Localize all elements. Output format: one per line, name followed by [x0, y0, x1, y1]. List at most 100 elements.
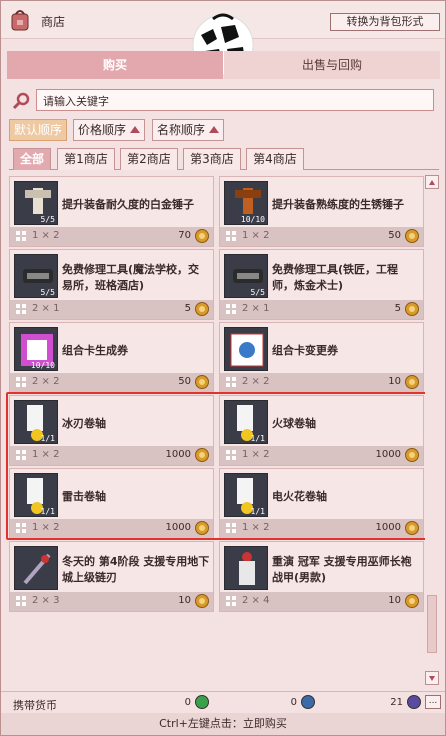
item-footer: 1 × 2 70 — [10, 227, 213, 246]
item-name: 免费修理工具(魔法学校，交易所，班格酒店) — [62, 263, 200, 292]
window-title: 商店 — [41, 15, 66, 29]
shop-item-card[interactable]: 10/10 提升装备熟练度的生锈锤子 1 × 2 50 — [219, 176, 424, 247]
sort-name-label: 名称顺序 — [157, 123, 206, 137]
grid-icon — [226, 596, 236, 606]
item-footer: 2 × 2 10 — [220, 373, 423, 392]
item-price: 5 — [394, 303, 401, 314]
item-size: 1 × 2 — [32, 230, 60, 241]
sort-price-label: 价格顺序 — [78, 123, 127, 137]
tab-buy[interactable]: 购买 — [7, 51, 223, 79]
item-price: 10 — [388, 595, 401, 606]
item-footer: 2 × 3 10 — [10, 592, 213, 611]
item-name: 组合卡生成券 — [62, 344, 128, 357]
item-quantity: 5/5 — [40, 288, 55, 297]
purple-coin-icon — [407, 695, 421, 709]
arrow-up-icon — [429, 180, 435, 185]
grid-icon — [226, 304, 236, 314]
main-tabs: 购买 出售与回购 — [7, 51, 440, 79]
currency-more-button[interactable]: ... — [425, 695, 441, 709]
item-footer: 2 × 1 5 — [10, 300, 213, 319]
coin-icon — [195, 375, 209, 389]
item-footer: 2 × 2 50 — [10, 373, 213, 392]
item-footer: 1 × 2 50 — [220, 227, 423, 246]
coin-icon — [195, 229, 209, 243]
shop-item-card[interactable]: 5/5 免费修理工具(铁匠，工程师，炼金术士) 2 × 1 5 — [219, 249, 424, 320]
tab-sell-buyback[interactable]: 出售与回购 — [224, 51, 440, 79]
coin-icon — [405, 375, 419, 389]
sort-price-button[interactable]: 价格顺序 — [73, 119, 146, 141]
item-name: 重演 冠军 支援专用巫师长袍战甲(男款) — [272, 555, 412, 584]
sort-arrow-icon — [209, 126, 220, 133]
highlight-box — [6, 392, 432, 540]
arrow-down-icon — [429, 676, 435, 681]
item-name: 提升装备熟练度的生锈锤子 — [272, 198, 404, 211]
item-size: 2 × 1 — [242, 303, 270, 314]
currency-value-2: 0 — [290, 697, 297, 708]
card-ticket-icon: 10/10 — [14, 327, 58, 371]
subtab-shop-4[interactable]: 第4商店 — [246, 148, 304, 170]
search-icon[interactable] — [13, 92, 31, 110]
chain-blade-icon — [14, 546, 58, 590]
robe-icon — [224, 546, 268, 590]
item-quantity: 5/5 — [250, 288, 265, 297]
rusty-hammer-icon: 10/10 — [224, 181, 268, 225]
item-price: 10 — [178, 595, 191, 606]
shop-item-card[interactable]: 重演 冠军 支援专用巫师长袍战甲(男款) 2 × 4 10 — [219, 541, 424, 612]
scroll-down-button[interactable] — [425, 671, 439, 685]
switch-to-bag-button[interactable]: 转换为背包形式 — [330, 13, 440, 31]
currency-bar: 携带货币 0 0 21 ... — [1, 691, 445, 715]
shop-item-card[interactable]: 5/5 提升装备耐久度的白金锤子 1 × 2 70 — [9, 176, 214, 247]
shop-item-card[interactable]: 组合卡变更券 2 × 2 10 — [219, 322, 424, 393]
sub-tabs: 全部 第1商店 第2商店 第3商店 第4商店 — [9, 148, 439, 170]
item-price: 5 — [184, 303, 191, 314]
currency-label: 携带货币 — [13, 699, 57, 712]
item-name: 提升装备耐久度的白金锤子 — [62, 198, 194, 211]
sort-default-label: 默认顺序 — [14, 123, 63, 137]
grid-icon — [16, 596, 26, 606]
shop-item-card[interactable]: 10/10 组合卡生成券 2 × 2 50 — [9, 322, 214, 393]
item-size: 2 × 3 — [32, 595, 60, 606]
subtab-shop-3[interactable]: 第3商店 — [183, 148, 241, 170]
coin-icon — [195, 302, 209, 316]
item-name: 冬天的 第4阶段 支援专用地下城上级链刃 — [62, 555, 210, 584]
shop-item-card[interactable]: 冬天的 第4阶段 支援专用地下城上级链刃 2 × 3 10 — [9, 541, 214, 612]
coin-icon — [405, 594, 419, 608]
item-quantity: 10/10 — [30, 361, 55, 370]
item-name: 组合卡变更券 — [272, 344, 338, 357]
grid-icon — [16, 377, 26, 387]
green-coin-icon — [195, 695, 209, 709]
shop-item-card[interactable]: 5/5 免费修理工具(魔法学校，交易所，班格酒店) 2 × 1 5 — [9, 249, 214, 320]
sort-default-button[interactable]: 默认顺序 — [9, 119, 68, 141]
grid-icon — [16, 304, 26, 314]
subtab-shop-2[interactable]: 第2商店 — [120, 148, 178, 170]
item-size: 1 × 2 — [242, 230, 270, 241]
item-size: 2 × 2 — [32, 376, 60, 387]
item-price: 50 — [388, 230, 401, 241]
scroll-up-button[interactable] — [425, 175, 439, 189]
item-name: 免费修理工具(铁匠，工程师，炼金术士) — [272, 263, 399, 292]
currency-value-3: 21 — [390, 697, 403, 708]
coin-icon — [405, 229, 419, 243]
search-input[interactable]: 请输入关键字 — [36, 89, 434, 111]
item-size: 2 × 2 — [242, 376, 270, 387]
item-price: 50 — [178, 376, 191, 387]
grid-icon — [226, 377, 236, 387]
repair-tool-icon: 5/5 — [14, 254, 58, 298]
platinum-hammer-icon: 5/5 — [14, 181, 58, 225]
sort-arrow-icon — [130, 126, 141, 133]
shop-window: 商店 转换为背包形式 购买 出售与回购 请输入关键字 默认顺序 价格顺序 名称顺… — [0, 0, 446, 736]
coin-icon — [195, 594, 209, 608]
item-size: 2 × 4 — [242, 595, 270, 606]
sort-name-button[interactable]: 名称顺序 — [152, 119, 225, 141]
item-size: 2 × 1 — [32, 303, 60, 314]
subtab-all[interactable]: 全部 — [13, 148, 51, 170]
item-price: 10 — [388, 376, 401, 387]
coin-icon — [405, 302, 419, 316]
item-footer: 2 × 4 10 — [220, 592, 423, 611]
scrollbar[interactable] — [425, 175, 439, 685]
subtab-shop-1[interactable]: 第1商店 — [57, 148, 115, 170]
grid-icon — [16, 231, 26, 241]
scroll-thumb[interactable] — [427, 595, 437, 653]
currency-value-1: 0 — [184, 697, 191, 708]
grid-icon — [226, 231, 236, 241]
